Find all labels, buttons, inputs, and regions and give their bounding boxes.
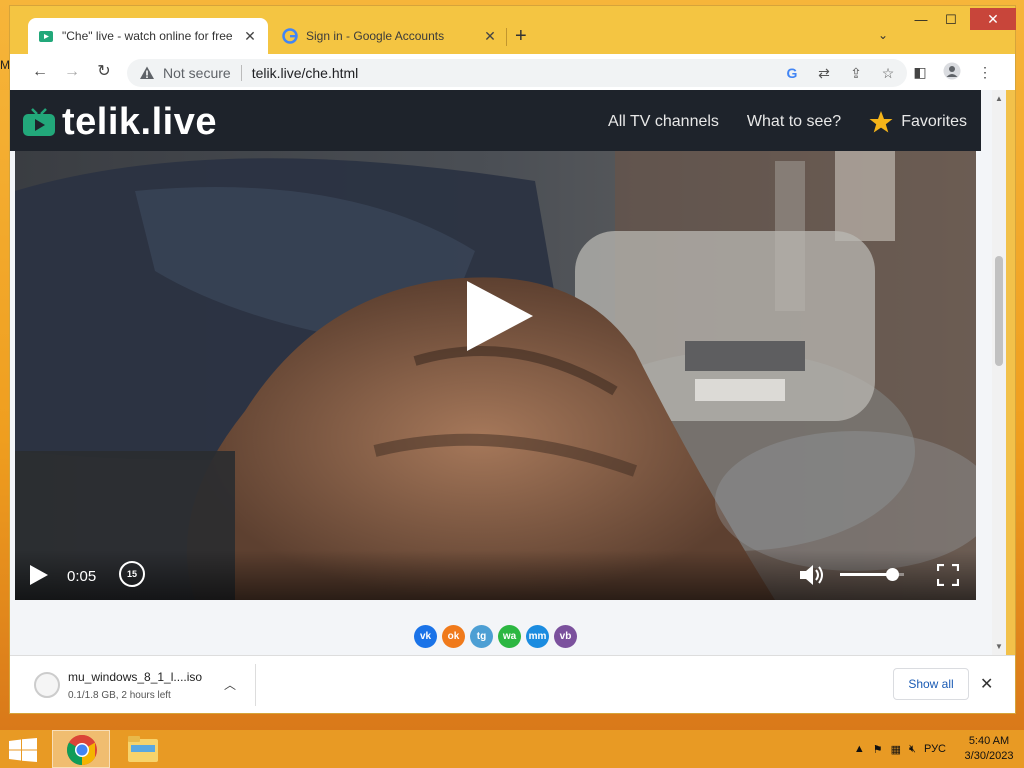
reload-icon[interactable]: ↻ xyxy=(94,62,114,82)
download-bar: mu_windows_8_1_l....iso 0.1/1.8 GB, 2 ho… xyxy=(10,655,1015,713)
maximize-button[interactable]: ☐ xyxy=(937,12,965,28)
not-secure-label[interactable]: Not secure xyxy=(163,65,231,81)
translate-icon[interactable]: ⇄ xyxy=(815,64,833,82)
clock-time: 5:40 AM xyxy=(968,735,1010,747)
minimize-button[interactable]: — xyxy=(907,12,935,27)
back-arrow-icon[interactable]: ← xyxy=(30,62,50,82)
scrollbar-thumb[interactable] xyxy=(995,256,1003,366)
kebab-menu-icon[interactable]: ⋮ xyxy=(975,62,995,82)
volume-slider[interactable] xyxy=(840,568,904,581)
star-icon xyxy=(869,111,893,133)
share-viber-icon[interactable]: vb xyxy=(554,625,577,648)
close-button[interactable]: ✕ xyxy=(970,8,1016,30)
forward-arrow-icon[interactable]: → xyxy=(62,62,82,82)
system-tray: ▲ ⚑ ▦ 🔇︎ РУС 5:40 AM 3/30/2023 xyxy=(854,730,1024,768)
nav-favorites[interactable]: Favorites xyxy=(869,110,967,134)
volume-muted-icon[interactable]: 🔇︎ xyxy=(909,743,916,756)
site-logo[interactable]: telik.live xyxy=(22,102,217,142)
video-player[interactable]: 0:05 15 xyxy=(15,151,976,600)
folder-icon xyxy=(128,736,158,762)
language-indicator[interactable]: РУС xyxy=(924,743,946,755)
favorites-label: Favorites xyxy=(901,113,967,130)
volume-slider-fill xyxy=(840,573,893,576)
bookmark-star-icon[interactable]: ☆ xyxy=(879,64,897,82)
share-odnoklassniki-icon[interactable]: ok xyxy=(442,625,465,648)
volume-icon[interactable] xyxy=(799,563,825,587)
play-icon[interactable] xyxy=(29,564,49,586)
browser-toolbar: ← → ↻ Not secure telik.live/che.html G ⇄… xyxy=(10,54,1015,90)
web-page: telik.live All TV channels What to see? … xyxy=(10,90,992,655)
omnibox-separator xyxy=(240,65,242,81)
tab-separator xyxy=(506,28,507,46)
tab-che-live[interactable]: "Che" live - watch online for free ✕ xyxy=(28,18,268,54)
rewind-seconds-label: 15 xyxy=(126,569,137,579)
share-vk-icon[interactable]: vk xyxy=(414,625,437,648)
download-bar-close-icon[interactable]: ✕ xyxy=(980,674,993,694)
taskbar-clock[interactable]: 5:40 AM 3/30/2023 xyxy=(954,734,1024,764)
action-center-flag-icon[interactable]: ⚑ xyxy=(873,743,883,756)
windows-start-icon[interactable] xyxy=(9,738,37,762)
player-controls: 0:05 15 xyxy=(15,550,976,600)
video-frame xyxy=(15,151,976,600)
tab-title: Sign in - Google Accounts xyxy=(306,29,445,43)
network-icon[interactable]: ▦ xyxy=(891,743,901,756)
share-moimir-icon[interactable]: mm xyxy=(526,625,549,648)
address-bar[interactable]: Not secure telik.live/che.html G ⇄ ⇪ ☆ xyxy=(127,59,907,87)
google-favicon-icon xyxy=(282,28,298,44)
site-nav: All TV channels What to see? Favorites xyxy=(608,110,967,134)
share-telegram-icon[interactable]: tg xyxy=(470,625,493,648)
chrome-icon xyxy=(66,734,97,765)
tab-search-chevron-icon[interactable]: ⌄ xyxy=(878,28,888,42)
download-file-name: mu_windows_8_1_l....iso xyxy=(68,670,203,684)
taskbar-chrome[interactable] xyxy=(52,730,110,768)
download-separator xyxy=(255,664,256,706)
scroll-up-arrow-icon[interactable]: ▲ xyxy=(995,94,1003,103)
side-panel-icon[interactable]: ◧ xyxy=(910,62,930,82)
google-g-icon[interactable]: G xyxy=(783,64,801,82)
share-whatsapp-icon[interactable]: wa xyxy=(498,625,521,648)
nav-all-tv-channels[interactable]: All TV channels xyxy=(608,113,719,131)
taskbar-file-explorer[interactable] xyxy=(114,730,172,768)
browser-window: "Che" live - watch online for free ✕ Sig… xyxy=(9,5,1016,714)
download-status: 0.1/1.8 GB, 2 hours left xyxy=(68,690,171,701)
page-scrollbar[interactable]: ▲ ▼ xyxy=(992,90,1006,655)
url-text[interactable]: telik.live/che.html xyxy=(252,65,359,81)
social-share-row: vk ok tg wa mm vb xyxy=(414,625,577,648)
tab-strip: "Che" live - watch online for free ✕ Sig… xyxy=(10,6,1016,54)
share-icon[interactable]: ⇪ xyxy=(847,64,865,82)
new-tab-icon[interactable]: + xyxy=(515,26,527,46)
nav-what-to-see[interactable]: What to see? xyxy=(747,113,841,131)
tab-google-signin[interactable]: Sign in - Google Accounts ✕ xyxy=(272,18,508,54)
scroll-down-arrow-icon[interactable]: ▼ xyxy=(995,642,1003,651)
logo-text: telik.live xyxy=(62,101,217,143)
profile-avatar-icon[interactable] xyxy=(942,62,962,82)
omnibox-actions: G ⇄ ⇪ ☆ xyxy=(783,64,897,82)
site-header: telik.live All TV channels What to see? … xyxy=(10,90,981,151)
big-play-icon[interactable] xyxy=(465,281,535,351)
download-item[interactable]: mu_windows_8_1_l....iso 0.1/1.8 GB, 2 ho… xyxy=(24,662,244,706)
chevron-up-icon[interactable]: ︿ xyxy=(224,676,236,693)
warning-triangle-icon[interactable] xyxy=(139,65,155,81)
fullscreen-icon[interactable] xyxy=(937,564,959,586)
clock-date: 3/30/2023 xyxy=(964,750,1014,762)
tab-title: "Che" live - watch online for free xyxy=(62,29,233,43)
windows-taskbar: ▲ ⚑ ▦ 🔇︎ РУС 5:40 AM 3/30/2023 xyxy=(0,730,1024,768)
tab-close-icon[interactable]: ✕ xyxy=(482,28,498,44)
download-progress-icon xyxy=(34,672,60,698)
tab-close-icon[interactable]: ✕ xyxy=(242,28,258,44)
telik-favicon-icon xyxy=(39,31,53,42)
show-all-button[interactable]: Show all xyxy=(893,668,969,700)
rewind-15-icon[interactable]: 15 xyxy=(119,561,145,587)
playback-time: 0:05 xyxy=(67,568,97,585)
tray-overflow-icon[interactable]: ▲ xyxy=(854,743,865,755)
tv-logo-icon xyxy=(23,108,55,136)
volume-slider-knob[interactable] xyxy=(886,568,900,581)
